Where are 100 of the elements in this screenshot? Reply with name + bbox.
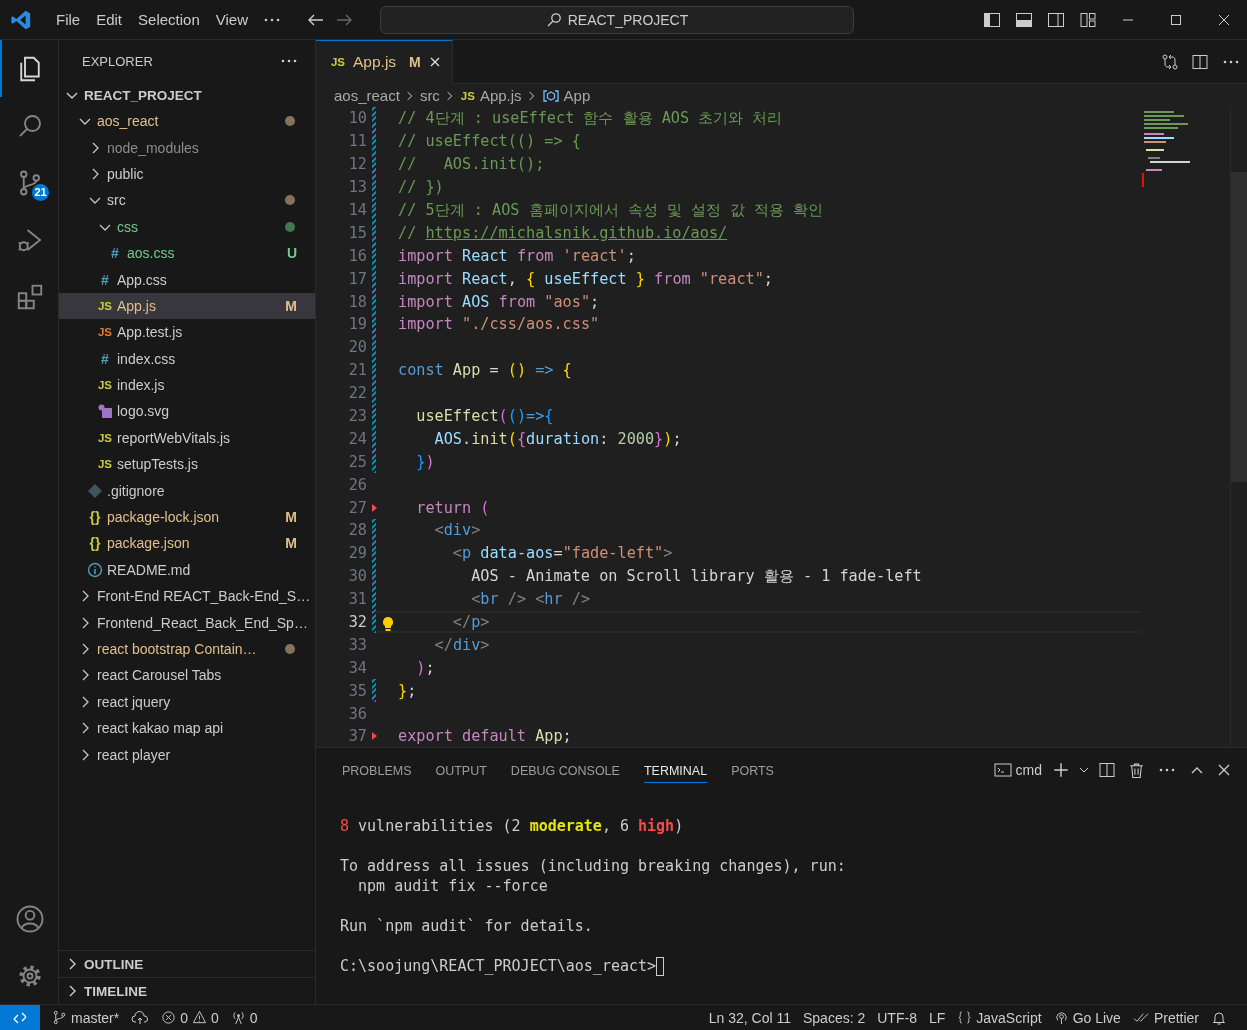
file-tree-item[interactable]: react player xyxy=(59,741,315,768)
section-header[interactable]: REACT_PROJECT xyxy=(59,82,315,108)
breadcrumb-item[interactable]: aos_react xyxy=(334,87,400,104)
file-tree-item[interactable]: react kakao map api xyxy=(59,715,315,742)
status-item[interactable]: Ln 32, Col 11 xyxy=(702,1009,797,1026)
command-center[interactable]: REACT_PROJECT xyxy=(380,5,854,34)
code-line: export default App; xyxy=(398,727,572,746)
line-number: 22 xyxy=(347,384,367,403)
trash-icon[interactable] xyxy=(1128,761,1145,779)
code-line: // https://michalsnik.github.io/aos/ xyxy=(398,223,728,242)
code-line: }; xyxy=(398,681,417,700)
file-tree-item[interactable]: # index.css xyxy=(59,345,315,372)
panel-tab[interactable]: DEBUG CONSOLE xyxy=(510,757,620,783)
file-tree-item[interactable]: react jquery xyxy=(59,688,315,715)
line-number: 25 xyxy=(347,452,367,471)
lightbulb-icon[interactable] xyxy=(382,615,394,632)
file-tree-item[interactable]: JS index.js xyxy=(59,371,315,399)
ports-status[interactable]: 0 xyxy=(224,1009,264,1026)
file-tree-item[interactable]: {} package-lock.json M xyxy=(59,503,315,531)
file-tree-item[interactable]: node_modules xyxy=(59,134,315,161)
terminal-line: Run `npm audit` for details. xyxy=(340,917,593,935)
menu-item[interactable]: Selection xyxy=(130,11,208,28)
secondary-sidebar-toggle-icon[interactable] xyxy=(1047,10,1065,29)
file-tree-item[interactable]: # App.css xyxy=(59,266,315,293)
editor-tab[interactable]: JS App.js M xyxy=(316,39,453,84)
json-file-icon: {} xyxy=(87,535,103,552)
panel-toggle-icon[interactable] xyxy=(1015,10,1033,29)
file-type-icon: JS xyxy=(330,56,346,68)
panel-tab[interactable]: TERMINAL xyxy=(643,757,708,783)
activity-bar-item[interactable]: 21 xyxy=(0,154,58,211)
file-tree-item[interactable]: react bootstrap Contain… xyxy=(59,635,315,663)
file-tree-item[interactable]: # aos.css U xyxy=(59,239,315,267)
maximize-icon[interactable] xyxy=(1169,12,1183,27)
broadcast-icon xyxy=(1053,1010,1069,1025)
problems-status[interactable]: 0 0 xyxy=(155,1009,225,1026)
file-tree-item[interactable]: JS setupTests.js xyxy=(59,451,315,478)
menu-item[interactable]: File xyxy=(48,11,89,28)
line-number: 19 xyxy=(347,315,367,334)
breadcrumb-item[interactable]: App xyxy=(563,87,591,104)
status-item[interactable]: LF xyxy=(922,1009,952,1026)
line-number: 12 xyxy=(347,155,367,174)
terminal-picker[interactable]: cmd xyxy=(993,762,1042,778)
file-tree-item[interactable]: aos_react xyxy=(59,108,315,135)
split-terminal-icon[interactable] xyxy=(1098,761,1116,779)
file-tree-item[interactable]: {} package.json M xyxy=(59,530,315,557)
compare-changes-icon[interactable] xyxy=(1161,52,1179,71)
section-header[interactable]: OUTLINE xyxy=(59,950,315,977)
file-tree-item[interactable]: logo.svg xyxy=(59,398,315,425)
git-status-letter: U xyxy=(286,245,297,262)
file-tree-item[interactable]: README.md xyxy=(59,556,315,584)
braces-icon xyxy=(957,1010,973,1025)
json-file-icon: {} xyxy=(87,509,103,526)
breadcrumb-item[interactable]: App.js xyxy=(479,87,522,104)
status-item[interactable]: Spaces: 2 xyxy=(797,1009,872,1026)
menu-item[interactable]: View xyxy=(207,11,256,28)
code-line: // 5단계 : AOS 홈페이지에서 속성 및 설정 값 적용 확인 xyxy=(398,199,824,221)
code-line: AOS.init({duration: 2000}); xyxy=(433,429,682,448)
file-tree-item[interactable]: public xyxy=(59,160,315,188)
menu-item[interactable]: Edit xyxy=(88,11,131,28)
account-icon[interactable] xyxy=(15,903,45,934)
section-header[interactable]: TIMELINE xyxy=(59,977,315,1004)
close-icon[interactable] xyxy=(1217,763,1231,777)
terminal-line: To address all issues (including breaking changes), run: xyxy=(340,857,846,875)
app-logo-icon xyxy=(10,8,32,31)
language-status[interactable]: JavaScript xyxy=(951,1009,1048,1026)
file-tree-item[interactable]: .gitignore xyxy=(59,477,315,504)
status-item[interactable]: UTF-8 xyxy=(871,1009,923,1026)
code-line: ); xyxy=(415,658,435,677)
line-number: 13 xyxy=(347,178,367,197)
error-icon xyxy=(161,1010,177,1025)
file-tree-item[interactable]: Frontend_React_Back_End_Sp… xyxy=(59,609,315,636)
file-type-icon: JS xyxy=(459,89,476,102)
close-icon[interactable] xyxy=(1217,12,1231,27)
line-number: 15 xyxy=(347,223,367,242)
css-file-icon: # xyxy=(97,271,113,288)
file-tree-item[interactable]: react Carousel Tabs xyxy=(59,662,315,689)
panel-tab[interactable]: PORTS xyxy=(731,757,774,783)
file-tree-item[interactable]: css xyxy=(59,213,315,240)
branch-status[interactable]: master* xyxy=(46,1009,126,1026)
breadcrumb-item[interactable]: src xyxy=(419,87,440,104)
primary-sidebar-toggle-icon[interactable] xyxy=(983,10,1001,29)
go-live-button[interactable]: Go Live xyxy=(1047,1009,1127,1026)
code-line: AOS - Animate on Scroll library 활용 - 1 fade-left xyxy=(470,565,922,587)
layout-icon[interactable] xyxy=(1079,10,1097,29)
git-status-letter: M xyxy=(285,535,297,552)
terminal-line: 8 vulnerabilities (2 moderate, 6 high) xyxy=(340,817,684,835)
prettier-status[interactable]: Prettier xyxy=(1126,1009,1205,1026)
panel-tab[interactable]: PROBLEMS xyxy=(342,757,412,783)
split-editor-icon[interactable] xyxy=(1191,52,1209,71)
file-tree-item[interactable]: JS App.test.js xyxy=(59,319,315,346)
line-number: 24 xyxy=(347,429,367,448)
cloud-upload-icon[interactable] xyxy=(131,1009,150,1026)
file-tree-item[interactable]: JS reportWebVitals.js xyxy=(59,424,315,452)
panel-tab[interactable]: OUTPUT xyxy=(435,757,487,783)
code-line: useEffect(()=>{ xyxy=(415,407,554,425)
file-tree-item[interactable]: JS App.js M xyxy=(59,292,315,320)
bell-icon[interactable] xyxy=(1211,1009,1227,1026)
plus-icon[interactable] xyxy=(1052,761,1070,779)
file-tree-item[interactable]: src xyxy=(59,187,315,214)
file-tree-item[interactable]: Front-End REACT_Back-End_S… xyxy=(59,583,315,610)
